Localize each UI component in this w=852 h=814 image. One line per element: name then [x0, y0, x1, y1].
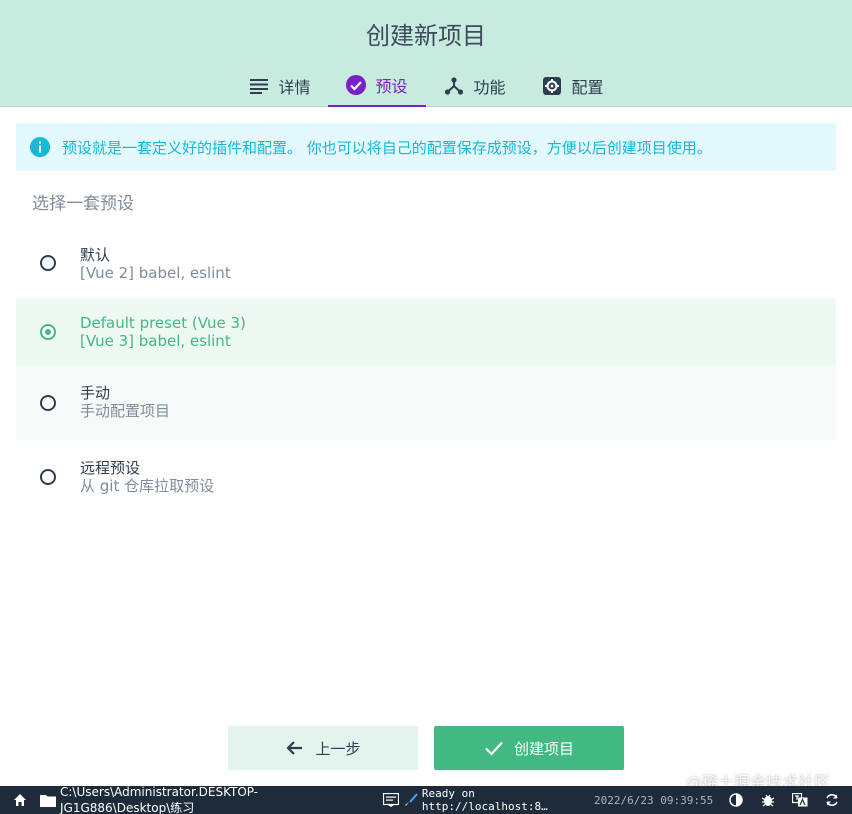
list-icon [249, 76, 269, 96]
terminal-icon [383, 792, 399, 808]
contrast-icon [728, 792, 744, 808]
timestamp: 2022/6/23 09:39:55 [594, 793, 714, 807]
log-status[interactable]: Ready on http://localhost:8… [404, 786, 594, 814]
option-desc: 从 git 仓库拉取预设 [80, 477, 215, 495]
check-circle-icon [346, 74, 367, 95]
status-bar: C:\Users\Administrator.DESKTOP-JG1G886\D… [0, 784, 852, 814]
home-icon [12, 792, 28, 808]
brush-icon [404, 792, 419, 808]
section-title: 选择一套预设 [32, 194, 134, 214]
option-texts: 远程预设 从 git 仓库拉取预设 [80, 459, 214, 495]
home-button[interactable] [0, 786, 40, 814]
option-name: Default preset (Vue 3) [80, 314, 246, 332]
option-texts: Default preset (Vue 3) [Vue 3] babel, es… [80, 314, 246, 350]
radio-button[interactable] [40, 469, 56, 485]
language-button[interactable] [784, 786, 816, 814]
step-tabs: 详情 预设 功能 配置 [232, 64, 622, 107]
fork-icon [444, 76, 464, 96]
preset-option-vue3[interactable]: Default preset (Vue 3) [Vue 3] babel, es… [16, 298, 836, 366]
radio-button[interactable] [40, 395, 56, 411]
path-text: C:\Users\Administrator.DESKTOP-JG1G886\D… [60, 784, 259, 814]
tab-details[interactable]: 详情 [232, 64, 328, 107]
option-name: 手动 [80, 384, 111, 402]
arrow-left-icon [285, 738, 305, 758]
radio-button[interactable] [40, 324, 56, 340]
option-desc: [Vue 2] babel, eslint [80, 264, 231, 282]
check-icon [484, 738, 504, 758]
previous-step-button[interactable]: 上一步 [228, 726, 418, 770]
vue-ui-create-project: 创建新项目 详情 预设 功能 配置 预设就是一套定义好的插件和配置。 你也可以将… [0, 0, 852, 814]
create-project-button[interactable]: 创建项目 [434, 726, 624, 770]
option-desc: 手动配置项目 [80, 402, 171, 420]
button-label: 创建项目 [513, 739, 574, 758]
header: 创建新项目 详情 预设 功能 配置 [0, 0, 852, 107]
tab-label: 功能 [473, 77, 506, 97]
preset-option-manual[interactable]: 手动 手动配置项目 [16, 366, 836, 440]
option-name: 远程预设 [80, 459, 141, 477]
tab-label: 配置 [571, 77, 604, 97]
terminal-button[interactable] [378, 786, 404, 814]
theme-toggle[interactable] [720, 786, 752, 814]
log-text: Ready on http://localhost:8… [421, 787, 548, 813]
bug-report-button[interactable] [752, 786, 784, 814]
tab-config[interactable]: 配置 [524, 64, 622, 107]
preset-option-remote[interactable]: 远程预设 从 git 仓库拉取预设 [16, 444, 836, 510]
page-title: 创建新项目 [366, 22, 486, 50]
bug-icon [760, 792, 776, 808]
gear-icon [542, 76, 562, 96]
preset-option-default[interactable]: 默认 [Vue 2] babel, eslint [16, 232, 836, 294]
folder-icon [40, 792, 56, 808]
info-icon [30, 137, 50, 157]
button-label: 上一步 [315, 739, 361, 758]
radio-button[interactable] [40, 255, 56, 271]
option-name: 默认 [80, 246, 111, 264]
refresh-icon [824, 792, 840, 808]
banner-text: 预设就是一套定义好的插件和配置。 你也可以将自己的配置保存成预设，方便以后创建项… [62, 138, 712, 157]
tab-label: 预设 [375, 76, 408, 96]
info-banner: 预设就是一套定义好的插件和配置。 你也可以将自己的配置保存成预设，方便以后创建项… [16, 123, 836, 171]
tab-label: 详情 [278, 77, 311, 97]
translate-icon [792, 792, 808, 808]
tab-features[interactable]: 功能 [426, 64, 524, 107]
option-texts: 默认 [Vue 2] babel, eslint [80, 246, 231, 282]
folder-path[interactable]: C:\Users\Administrator.DESKTOP-JG1G886\D… [40, 784, 378, 814]
option-texts: 手动 手动配置项目 [80, 384, 170, 420]
option-desc: [Vue 3] babel, eslint [80, 332, 231, 350]
tab-presets[interactable]: 预设 [328, 64, 426, 107]
refresh-button[interactable] [816, 786, 848, 814]
